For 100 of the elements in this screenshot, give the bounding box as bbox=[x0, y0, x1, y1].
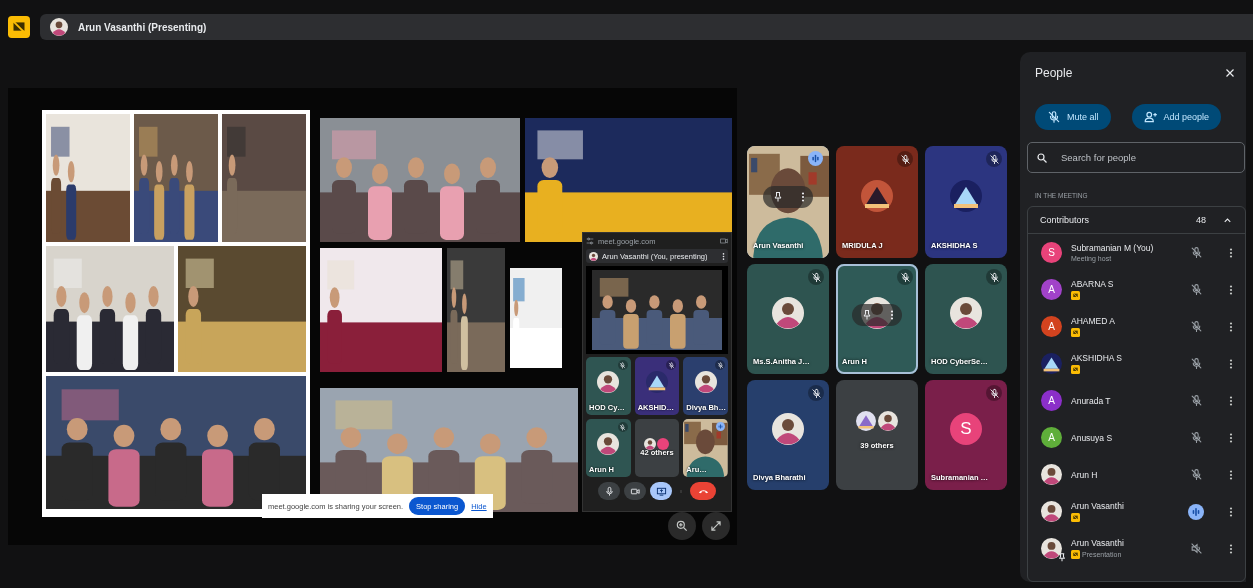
search-icon bbox=[1036, 152, 1048, 164]
avatar-initial: S bbox=[950, 413, 982, 445]
more-icon[interactable] bbox=[722, 251, 725, 261]
mic-off-icon bbox=[899, 271, 911, 283]
presenter-name: Arun Vasanthi (Presenting) bbox=[78, 21, 207, 33]
avatar-icon bbox=[1041, 501, 1062, 522]
mic-off-icon bbox=[1189, 431, 1203, 444]
participant-name: ABARNA S bbox=[1071, 279, 1115, 289]
participant-name: Anurada T bbox=[1071, 395, 1112, 406]
close-icon[interactable] bbox=[1224, 67, 1236, 79]
mic-button[interactable] bbox=[598, 482, 620, 500]
search-field[interactable]: Search for people bbox=[1027, 142, 1245, 173]
more-icon[interactable] bbox=[1229, 505, 1233, 518]
participant-row[interactable]: Arun H bbox=[1028, 456, 1245, 493]
avatar-icon bbox=[589, 251, 598, 261]
presenting-badge-icon bbox=[1071, 513, 1080, 522]
group-label: Contributors bbox=[1040, 215, 1091, 225]
avatar-icon bbox=[597, 371, 620, 393]
mic-off-icon bbox=[619, 361, 627, 369]
panel-title: People bbox=[1035, 66, 1073, 80]
expand-icon bbox=[709, 519, 723, 533]
participant-name: Arun H bbox=[1071, 469, 1099, 480]
mic-off-icon bbox=[810, 387, 822, 399]
avatar-icon bbox=[878, 411, 898, 431]
avatar-icon bbox=[772, 413, 804, 445]
present-screen-icon bbox=[655, 485, 667, 497]
fullscreen-button[interactable] bbox=[702, 512, 730, 540]
more-icon[interactable] bbox=[1229, 283, 1233, 296]
more-icon[interactable] bbox=[1229, 246, 1233, 259]
participant-row[interactable]: A Anusuya S bbox=[1028, 419, 1245, 456]
mic-off-icon bbox=[667, 361, 675, 369]
participant-name: Subramanian M (You) bbox=[1071, 243, 1155, 253]
more-icon[interactable] bbox=[889, 309, 894, 321]
present-button[interactable] bbox=[650, 482, 672, 500]
participant-row[interactable]: A AHAMED A bbox=[1028, 308, 1245, 345]
end-button[interactable] bbox=[690, 482, 716, 500]
mic-off-icon bbox=[1189, 283, 1203, 296]
speaking-icon bbox=[1188, 503, 1204, 520]
avatar-icon bbox=[950, 297, 982, 329]
presenting-icon[interactable] bbox=[8, 15, 30, 39]
camera-button[interactable] bbox=[624, 482, 646, 500]
avatar-icon bbox=[772, 297, 804, 329]
more-icon[interactable] bbox=[1229, 357, 1233, 370]
mic-off-icon bbox=[1189, 246, 1203, 259]
mic-off-icon bbox=[1189, 357, 1203, 370]
participant-row[interactable]: AKSHIDHA S bbox=[1028, 345, 1245, 382]
presenting-badge-icon bbox=[1071, 365, 1080, 374]
mic-off-icon bbox=[810, 271, 822, 283]
participant-name: AKSHIDHA S bbox=[1071, 353, 1124, 363]
avatar-initial: S bbox=[1041, 242, 1062, 263]
group-header[interactable]: Contributors 48 bbox=[1028, 207, 1245, 234]
camera-icon[interactable] bbox=[720, 237, 728, 245]
mic-off-icon bbox=[899, 153, 911, 165]
mic-icon bbox=[603, 485, 615, 497]
presenting-badge-icon bbox=[1071, 550, 1080, 559]
mic-off-icon bbox=[1189, 468, 1203, 481]
avatar-icon bbox=[644, 438, 657, 450]
audio-off-icon bbox=[1189, 542, 1203, 555]
person-add-icon bbox=[1143, 110, 1158, 124]
mic-off-icon bbox=[1189, 394, 1203, 407]
participant-name: Anusuya S bbox=[1071, 432, 1114, 443]
avatar-initial: A bbox=[1041, 279, 1062, 300]
group-count: 48 bbox=[1196, 215, 1206, 225]
mic-off-icon bbox=[988, 271, 1000, 283]
mic-off-icon bbox=[619, 423, 627, 431]
avatar-icon bbox=[50, 18, 68, 36]
zoom-in-icon bbox=[675, 519, 689, 533]
more-icon[interactable] bbox=[1229, 320, 1233, 333]
zoom-button[interactable] bbox=[668, 512, 696, 540]
presenting-badge-icon bbox=[1071, 328, 1080, 337]
tune-icon[interactable] bbox=[586, 237, 594, 245]
avatar-icon bbox=[694, 371, 717, 393]
mute-all-button[interactable]: Mute all bbox=[1035, 104, 1111, 130]
avatar-initial-icon bbox=[657, 438, 670, 450]
speaking-icon bbox=[808, 151, 823, 166]
mic-off-icon bbox=[1047, 110, 1061, 124]
more-icon[interactable] bbox=[1229, 394, 1233, 407]
presenting-badge-icon bbox=[1071, 291, 1080, 300]
participant-name: AHAMED A bbox=[1071, 316, 1116, 326]
add-people-button[interactable]: Add people bbox=[1131, 104, 1222, 130]
participant-row[interactable]: Arun Vasanthi bbox=[1028, 493, 1245, 530]
mic-off-icon bbox=[988, 387, 1000, 399]
mic-off-icon bbox=[1189, 320, 1203, 333]
participant-name: Arun Vasanthi bbox=[1071, 538, 1125, 548]
avatar-icon bbox=[1041, 464, 1062, 485]
more-icon[interactable] bbox=[1229, 468, 1233, 481]
participant-name: Arun Vasanthi bbox=[1071, 501, 1125, 511]
participant-row[interactable]: A Anurada T bbox=[1028, 382, 1245, 419]
avatar-icon bbox=[1041, 538, 1062, 559]
pin-icon bbox=[1059, 553, 1065, 562]
participant-row[interactable]: A ABARNA S bbox=[1028, 271, 1245, 308]
more-icon[interactable] bbox=[1229, 542, 1233, 555]
pin-icon[interactable] bbox=[860, 309, 873, 321]
mic-off-icon bbox=[716, 361, 724, 369]
pin-icon[interactable] bbox=[771, 191, 784, 203]
speaking-icon bbox=[716, 422, 725, 431]
more-icon[interactable] bbox=[800, 191, 805, 203]
mic-off-icon bbox=[988, 153, 1000, 165]
avatar-initial: A bbox=[1041, 316, 1062, 337]
more-icon[interactable] bbox=[1229, 431, 1233, 444]
